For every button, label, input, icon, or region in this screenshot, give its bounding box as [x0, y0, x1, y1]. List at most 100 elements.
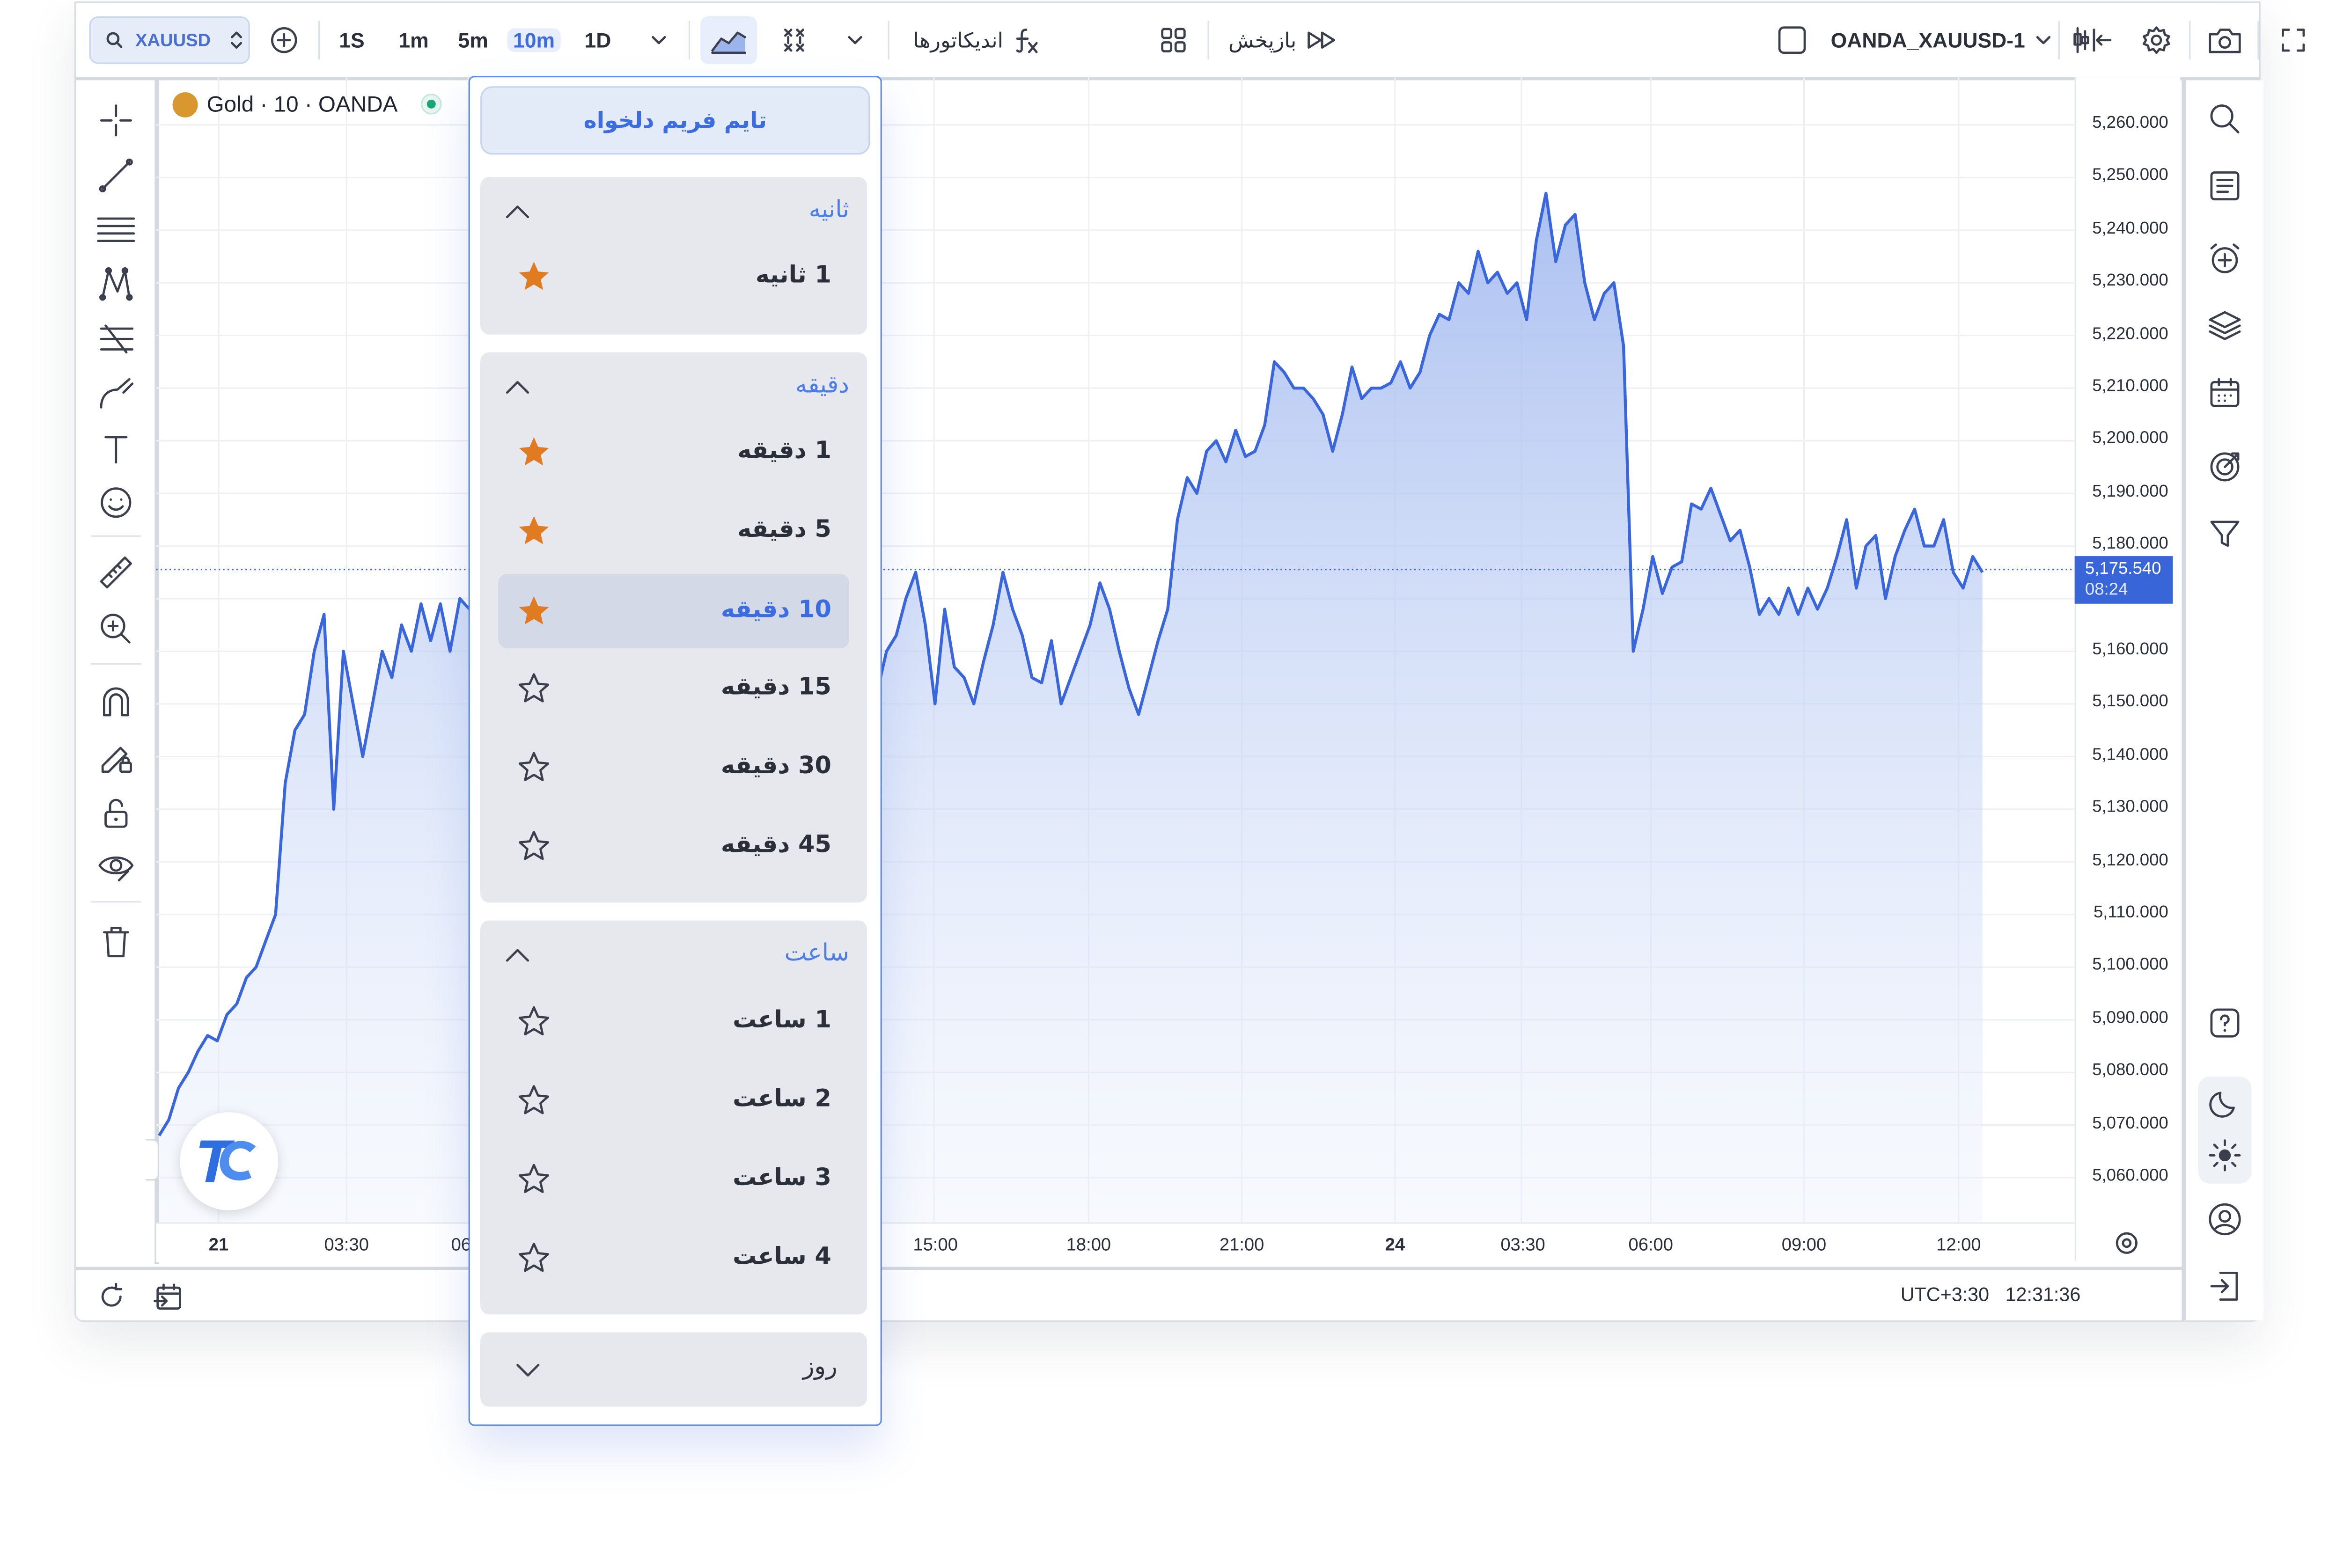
group-minutes-header[interactable]: دقیقه: [498, 370, 849, 406]
star-outline-icon[interactable]: [516, 1004, 551, 1039]
time-tick-label: 09:00: [1781, 1234, 1827, 1255]
unlock-icon[interactable]: [96, 794, 135, 833]
horizontal-lines-icon[interactable]: [96, 211, 135, 250]
compare-button[interactable]: [778, 3, 810, 77]
fibonacci-icon[interactable]: [96, 320, 135, 359]
layers-icon[interactable]: [2207, 308, 2242, 344]
ruler-icon[interactable]: [96, 553, 135, 592]
crosshair-icon[interactable]: [96, 101, 135, 140]
timeframe-option-30m[interactable]: 30 دقیقه: [498, 733, 849, 801]
pattern-icon[interactable]: [96, 264, 135, 303]
chart-legend[interactable]: Gold · 10 · OANDA: [172, 89, 442, 119]
chart-type-button[interactable]: [700, 16, 757, 64]
chevron-down-icon: [652, 36, 666, 44]
account-checkbox[interactable]: [1777, 3, 1807, 77]
emoji-icon[interactable]: [96, 483, 135, 522]
timeframe-option-1h[interactable]: 1 ساعت: [498, 987, 849, 1055]
settings-button[interactable]: [2142, 3, 2172, 77]
add-symbol-button[interactable]: [269, 3, 299, 77]
compare-dropdown-button[interactable]: [846, 3, 864, 77]
symbol-search-button[interactable]: XAUUSD: [89, 16, 250, 64]
goto-date-icon[interactable]: [153, 1282, 186, 1312]
indicators-label: اندیکاتورها: [913, 27, 1003, 51]
star-outline-icon[interactable]: [516, 1240, 551, 1275]
price-area: [159, 193, 1983, 1223]
star-outline-icon[interactable]: [516, 1083, 551, 1118]
fast-forward-icon: [1307, 31, 1335, 49]
collapse-toolbar-handle[interactable]: [146, 1139, 159, 1181]
timeframe-10m[interactable]: 10m: [507, 28, 561, 52]
target-icon[interactable]: [2207, 449, 2242, 484]
star-filled-icon[interactable]: [516, 259, 551, 294]
timezone-label[interactable]: UTC+3:30: [1901, 1283, 1989, 1306]
timeframe-1s[interactable]: 1S: [339, 3, 364, 77]
trend-line-icon[interactable]: [96, 156, 135, 195]
timeframe-option-3h[interactable]: 3 ساعت: [498, 1145, 849, 1213]
star-filled-icon[interactable]: [516, 434, 551, 470]
logout-icon[interactable]: [2207, 1268, 2242, 1304]
watchlist-icon[interactable]: [2207, 168, 2242, 204]
group-hours-header[interactable]: ساعت: [498, 938, 849, 974]
eye-icon[interactable]: [96, 848, 135, 887]
search-icon[interactable]: [2207, 101, 2242, 137]
alarm-add-icon[interactable]: [2207, 241, 2242, 277]
brush-icon[interactable]: [96, 375, 135, 414]
timeframe-dropdown-button[interactable]: [650, 3, 668, 77]
star-outline-icon[interactable]: [516, 671, 551, 706]
indicators-button[interactable]: اندیکاتورها: [913, 3, 1039, 77]
top-toolbar: XAUUSD 1S 1m 5m 10m 1D اندیکاتورها بازپخ…: [76, 3, 2305, 81]
group-seconds-header[interactable]: ثانیه: [498, 195, 849, 230]
timeframe-option-5m[interactable]: 5 دقیقه: [498, 497, 849, 565]
layouts-button[interactable]: [1159, 3, 1189, 77]
chevron-down-icon: [516, 1363, 540, 1377]
zoom-in-icon[interactable]: [96, 609, 135, 648]
timeframe-option-4h[interactable]: 4 ساعت: [498, 1224, 849, 1292]
calendar-icon[interactable]: [2207, 375, 2242, 410]
star-outline-icon[interactable]: [516, 1161, 551, 1197]
timeframe-1m[interactable]: 1m: [398, 3, 428, 77]
timeframe-option-10m[interactable]: 10 دقیقه: [498, 574, 849, 649]
group-hours: ساعت 1 ساعت 2 ساعت 3 ساعت 4 ساعت: [480, 920, 867, 1315]
search-icon: [106, 32, 123, 48]
timeframe-option-1m[interactable]: 1 دقیقه: [498, 418, 849, 486]
timeframe-1d[interactable]: 1D: [584, 3, 611, 77]
compare-layout-button[interactable]: [2072, 3, 2113, 77]
timeframe-5m[interactable]: 5m: [458, 3, 488, 77]
fullscreen-button[interactable]: [2280, 3, 2307, 77]
star-outline-icon[interactable]: [516, 749, 551, 785]
group-days-collapsed[interactable]: روز: [480, 1332, 867, 1407]
custom-timeframe-button[interactable]: تایم فریم دلخواه: [480, 86, 870, 155]
time-label: 12:31:36: [2005, 1283, 2081, 1306]
time-axis[interactable]: 21 03:30 06 15:00 18:00 21:00 24 03:30 06:00 09:0…: [156, 1222, 2075, 1263]
text-icon[interactable]: [96, 430, 135, 469]
magnet-icon[interactable]: [96, 682, 135, 721]
star-filled-icon[interactable]: [516, 513, 551, 549]
trash-icon[interactable]: [96, 922, 135, 961]
time-tick-label: 21:00: [1219, 1234, 1264, 1255]
screenshot-button[interactable]: [2207, 3, 2242, 77]
account-selector[interactable]: OANDA_XAUUSD-1: [1831, 3, 2052, 77]
filter-icon[interactable]: [2207, 516, 2242, 551]
chevron-up-icon: [506, 949, 529, 962]
chart-pane[interactable]: [156, 77, 2075, 1223]
timeframe-option-2h[interactable]: 2 ساعت: [498, 1066, 849, 1135]
help-icon[interactable]: [2207, 1005, 2242, 1041]
timeframe-option-1s[interactable]: 1 ثانیه: [498, 242, 849, 311]
refresh-icon[interactable]: [96, 1282, 126, 1312]
price-axis[interactable]: 5,260.000 5,250.000 5,240.000 5,230.000 5,22…: [2074, 77, 2181, 1261]
option-label: 10 دقیقه: [720, 594, 831, 623]
group-minutes: دقیقه 1 دقیقه 5 دقیقه 10 دقیقه 15 دقیقه …: [480, 352, 867, 903]
legend-text: Gold · 10 · OANDA: [206, 91, 398, 117]
star-filled-icon[interactable]: [516, 593, 551, 629]
fullscreen-icon: [2282, 29, 2305, 52]
axis-settings-icon[interactable]: [2113, 1230, 2140, 1256]
timeframe-option-45m[interactable]: 45 دقیقه: [498, 812, 849, 880]
timeframe-option-15m[interactable]: 15 دقیقه: [498, 654, 849, 723]
star-outline-icon[interactable]: [516, 828, 551, 864]
replay-button[interactable]: بازپخش: [1228, 3, 1338, 77]
group-seconds-title: ثانیه: [808, 195, 849, 223]
user-icon[interactable]: [2207, 1202, 2242, 1237]
moon-icon[interactable]: [2207, 1085, 2242, 1121]
lock-drawing-icon[interactable]: [96, 739, 135, 778]
sun-icon[interactable]: [2207, 1137, 2242, 1173]
